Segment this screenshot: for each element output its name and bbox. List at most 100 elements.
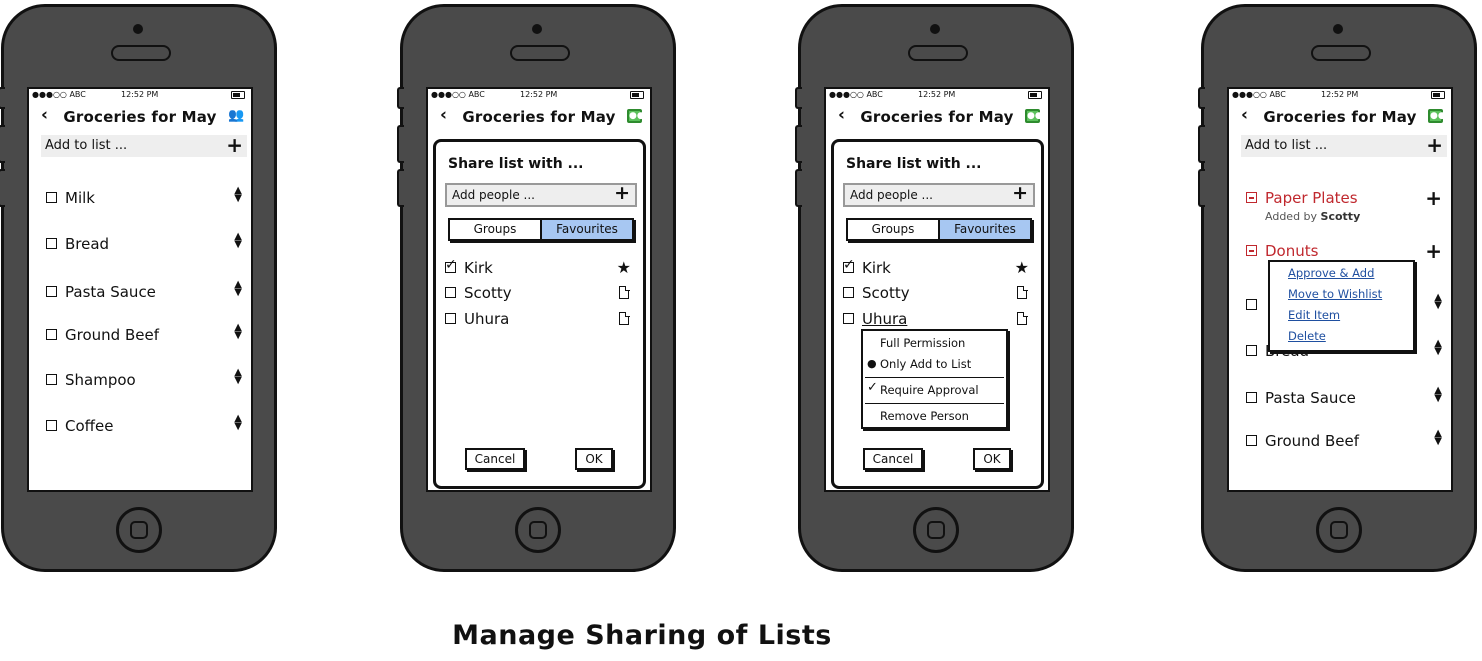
reorder-icon[interactable]: ▲ ▼ <box>1434 429 1442 447</box>
add-person-plus-icon[interactable]: + <box>1012 182 1028 204</box>
carrier-label: ●●●○○ ABC <box>829 90 883 99</box>
collapse-icon[interactable] <box>1246 245 1257 256</box>
front-camera <box>133 24 143 34</box>
add-people-input[interactable]: Add people ... + <box>445 182 637 207</box>
add-person-plus-icon[interactable]: + <box>614 182 630 204</box>
person-row[interactable]: Uhura <box>445 310 637 330</box>
person-row[interactable]: Uhura <box>843 310 1035 330</box>
volume-down-button <box>1198 169 1205 207</box>
document-icon[interactable] <box>619 311 630 325</box>
phone-screen: ●●●○○ ABC 12:52 PM ‹ Groceries for May ●… <box>1227 87 1453 492</box>
tab-groups[interactable]: Groups <box>450 220 540 239</box>
item-checkbox[interactable] <box>46 286 57 297</box>
edit-item-link[interactable]: Edit Item <box>1288 308 1340 322</box>
reorder-icon[interactable]: ▲ ▼ <box>234 186 242 204</box>
star-icon[interactable]: ★ <box>1015 258 1029 277</box>
person-row[interactable]: Kirk ★ <box>843 257 1035 279</box>
status-bar: ●●●○○ ABC 12:52 PM <box>428 89 650 102</box>
person-row[interactable]: Kirk ★ <box>445 257 637 279</box>
list-item[interactable]: Milk ▲ ▼ <box>46 186 246 209</box>
reorder-icon[interactable]: ▲ ▼ <box>234 368 242 386</box>
mute-switch <box>0 87 5 109</box>
reorder-icon[interactable]: ▲ ▼ <box>1434 386 1442 404</box>
list-item[interactable]: Ground Beef ▲ ▼ <box>46 323 246 346</box>
collapse-icon[interactable] <box>1246 192 1257 203</box>
home-square-icon <box>529 521 547 539</box>
person-checkbox[interactable] <box>445 287 456 298</box>
share-people-icon[interactable]: ●● <box>1428 109 1446 123</box>
star-icon[interactable]: ★ <box>617 258 631 277</box>
list-item[interactable]: Pasta Sauce ▲ ▼ <box>1246 386 1446 409</box>
person-checkbox[interactable] <box>843 313 854 324</box>
nav-bar: ‹ Groceries for May ●● <box>1229 103 1451 131</box>
item-checkbox[interactable] <box>46 238 57 249</box>
add-to-list-input[interactable]: Add to list ... + <box>1241 133 1447 157</box>
person-checkbox[interactable] <box>445 257 457 273</box>
added-by-user: Scotty <box>1320 210 1361 223</box>
person-checkbox[interactable] <box>843 287 854 298</box>
ok-button[interactable]: OK <box>973 448 1011 470</box>
list-item[interactable]: Pasta Sauce ▲ ▼ <box>46 280 246 303</box>
list-item[interactable]: Coffee ▲ ▼ <box>46 414 246 437</box>
reorder-icon[interactable]: ▲ ▼ <box>1434 293 1442 311</box>
cancel-button[interactable]: Cancel <box>465 448 525 470</box>
menu-item-require-approval[interactable]: Require Approval <box>880 383 979 397</box>
list-item[interactable]: Shampoo ▲ ▼ <box>46 368 246 391</box>
cancel-button[interactable]: Cancel <box>863 448 923 470</box>
document-icon[interactable] <box>1017 285 1028 299</box>
tab-groups[interactable]: Groups <box>848 220 938 239</box>
pending-item[interactable]: Paper Plates + <box>1246 186 1446 210</box>
list-item-label: Coffee <box>65 417 114 435</box>
person-name: Scotty <box>862 284 910 302</box>
move-to-wishlist-link[interactable]: Move to Wishlist <box>1288 287 1382 301</box>
tab-favourites[interactable]: Favourites <box>540 220 632 239</box>
item-checkbox[interactable] <box>46 374 57 385</box>
home-button <box>913 507 959 553</box>
nav-bar: ‹ Groceries for May ●● <box>428 103 650 131</box>
reorder-icon[interactable]: ▲ ▼ <box>1434 339 1442 357</box>
pending-item[interactable]: Donuts + <box>1246 239 1446 263</box>
person-row[interactable]: Scotty <box>445 284 637 304</box>
add-people-input[interactable]: Add people ... + <box>843 182 1035 207</box>
reorder-icon[interactable]: ▲ ▼ <box>234 280 242 298</box>
phone-mockup-1: ●●●○○ ABC 12:52 PM ‹ Groceries for May 👥… <box>0 4 277 572</box>
person-row[interactable]: Scotty <box>843 284 1035 304</box>
person-checkbox[interactable] <box>843 257 855 273</box>
volume-up-button <box>1198 125 1205 163</box>
share-dialog: Share list with ... Add people ... + Gro… <box>831 139 1044 489</box>
reorder-icon[interactable]: ▲ ▼ <box>234 232 242 250</box>
item-checkbox[interactable] <box>46 420 57 431</box>
ok-button[interactable]: OK <box>575 448 613 470</box>
menu-item-only-add-to-list[interactable]: Only Add to List <box>880 357 971 371</box>
add-item-plus-icon[interactable]: + <box>1426 133 1443 157</box>
item-checkbox[interactable] <box>1246 299 1257 310</box>
reorder-icon[interactable]: ▲ ▼ <box>234 323 242 341</box>
item-checkbox[interactable] <box>46 192 57 203</box>
item-checkbox[interactable] <box>46 329 57 340</box>
add-item-plus-icon[interactable]: + <box>226 133 243 157</box>
share-people-icon[interactable]: 👥 <box>228 109 244 123</box>
delete-link[interactable]: Delete <box>1288 329 1326 343</box>
document-icon[interactable] <box>1017 311 1028 325</box>
approve-plus-icon[interactable]: + <box>1425 186 1442 210</box>
tab-favourites[interactable]: Favourites <box>938 220 1030 239</box>
menu-item-remove-person[interactable]: Remove Person <box>880 409 969 423</box>
page-title: Groceries for May <box>462 108 616 126</box>
approve-and-add-link[interactable]: Approve & Add <box>1288 266 1374 280</box>
add-to-list-input[interactable]: Add to list ... + <box>41 133 247 157</box>
menu-item-full-permission[interactable]: Full Permission <box>880 336 965 350</box>
reorder-icon[interactable]: ▲ ▼ <box>234 414 242 432</box>
person-name[interactable]: Uhura <box>862 310 907 328</box>
list-item[interactable]: Bread ▲▼ <box>46 232 246 255</box>
person-checkbox[interactable] <box>445 313 456 324</box>
add-to-list-placeholder: Add to list ... <box>45 138 128 153</box>
document-icon[interactable] <box>619 285 630 299</box>
group-favourites-toggle: Groups Favourites <box>846 218 1032 241</box>
item-checkbox[interactable] <box>1246 435 1257 446</box>
share-people-icon[interactable]: ●● <box>1025 109 1043 123</box>
approve-plus-icon[interactable]: + <box>1425 239 1442 263</box>
share-people-icon[interactable]: ●● <box>627 109 645 123</box>
list-item[interactable]: Ground Beef ▲ ▼ <box>1246 429 1446 452</box>
item-checkbox[interactable] <box>1246 392 1257 403</box>
item-checkbox[interactable] <box>1246 345 1257 356</box>
